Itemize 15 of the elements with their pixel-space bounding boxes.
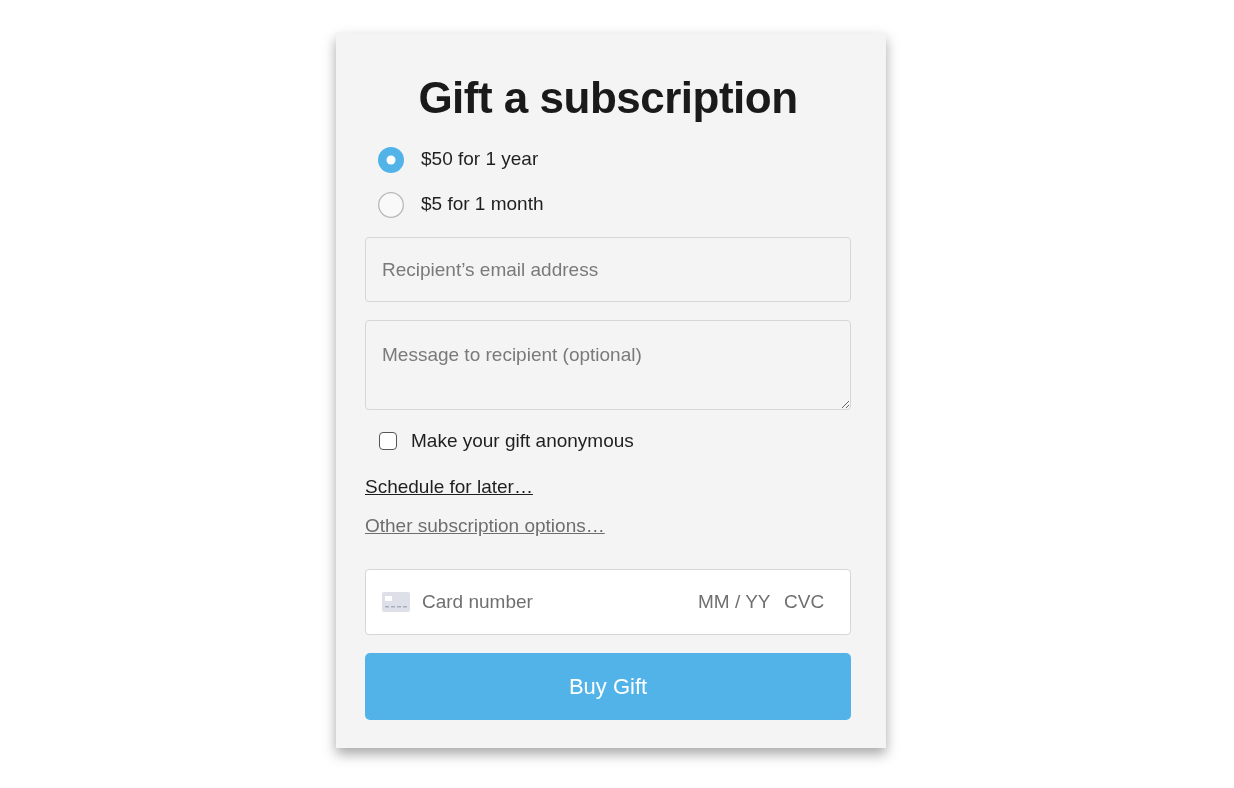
plan-label: $5 for 1 month	[421, 192, 544, 217]
plan-label: $50 for 1 year	[421, 147, 539, 172]
email-input-field[interactable]: Recipient’s email address	[365, 237, 851, 302]
card-number-input[interactable]: Card number	[422, 587, 686, 617]
options-link[interactable]: Other subscription options…	[365, 515, 605, 536]
radio-button[interactable]	[378, 146, 404, 173]
radio-button[interactable]	[378, 191, 404, 218]
message-textarea[interactable]: Message to recipient (optional)	[365, 320, 851, 410]
anonymous-checkbox[interactable]	[379, 432, 397, 450]
checkbox-label: Make your gift anonymous	[411, 428, 634, 453]
schedule-link[interactable]: Schedule for later…	[365, 476, 533, 497]
form-title: Gift a subscription	[417, 72, 799, 124]
credit-card-icon	[382, 592, 410, 612]
expiry-input[interactable]: MM / YY	[698, 587, 772, 617]
cvc-input[interactable]: CVC	[784, 587, 834, 617]
